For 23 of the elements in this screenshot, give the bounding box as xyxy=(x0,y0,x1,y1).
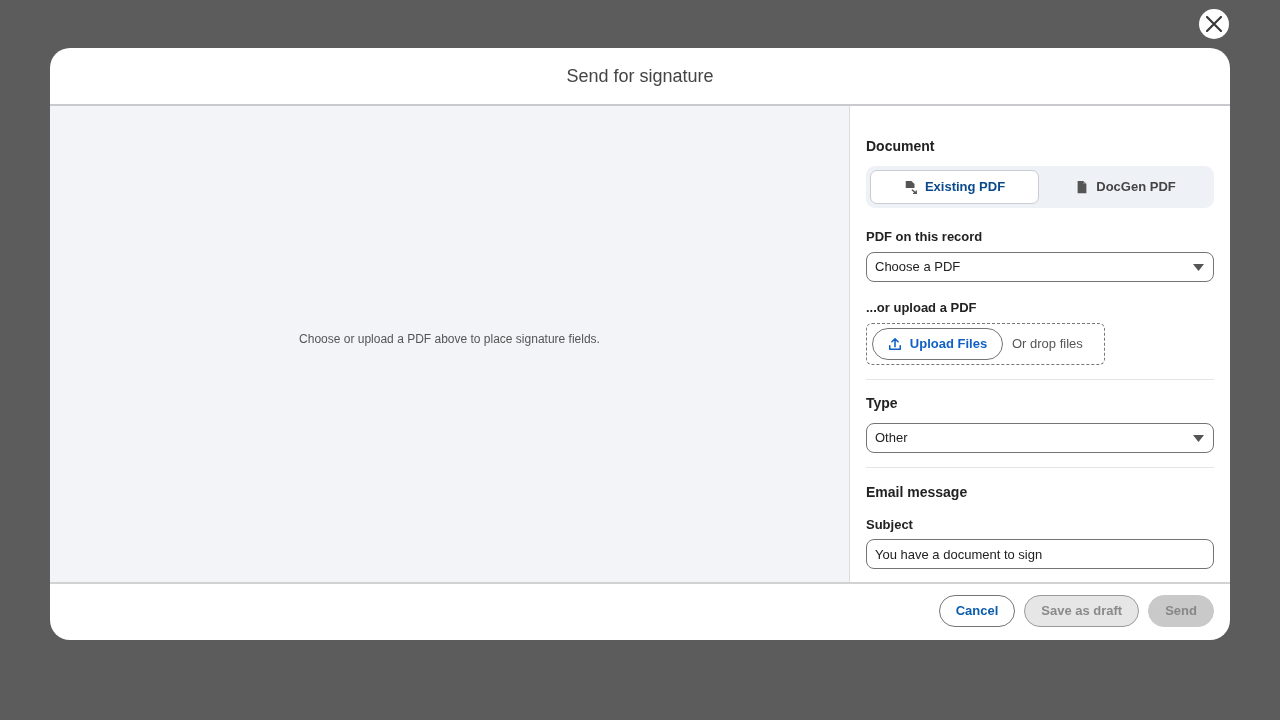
section-heading: Type xyxy=(866,394,899,413)
section-heading: Document xyxy=(866,137,936,156)
close-icon xyxy=(1206,16,1222,32)
type-select[interactable]: Other xyxy=(866,423,1214,453)
caret-icon xyxy=(1193,434,1204,442)
field-label: Subject xyxy=(866,516,914,534)
upload-icon xyxy=(887,337,902,351)
document-tab[interactable]: DocGen PDF xyxy=(1041,170,1210,204)
subject-input[interactable]: You have a document to sign xyxy=(866,539,1214,569)
pdf-select[interactable]: Choose a PDF xyxy=(866,252,1214,282)
document-arrow-icon xyxy=(903,180,918,194)
caret-icon xyxy=(1193,263,1204,271)
document-tab[interactable]: Existing PDF xyxy=(870,170,1039,204)
field-label: ...or upload a PDF xyxy=(866,299,978,317)
footer-button[interactable]: Cancel xyxy=(938,595,1016,627)
close-button[interactable] xyxy=(1199,9,1229,39)
empty-preview-message: Choose or upload a PDF above to place signature fields. xyxy=(299,331,600,347)
section-heading: Email message xyxy=(866,483,969,502)
drop-hint: Or drop files xyxy=(1012,335,1083,354)
field-label: PDF on this record xyxy=(866,228,984,246)
file-drop-zone[interactable]: Upload Files Or drop files xyxy=(866,323,1105,365)
dialog-title: Send for signature xyxy=(566,65,714,87)
upload-files-button[interactable]: Upload Files xyxy=(872,328,1003,360)
